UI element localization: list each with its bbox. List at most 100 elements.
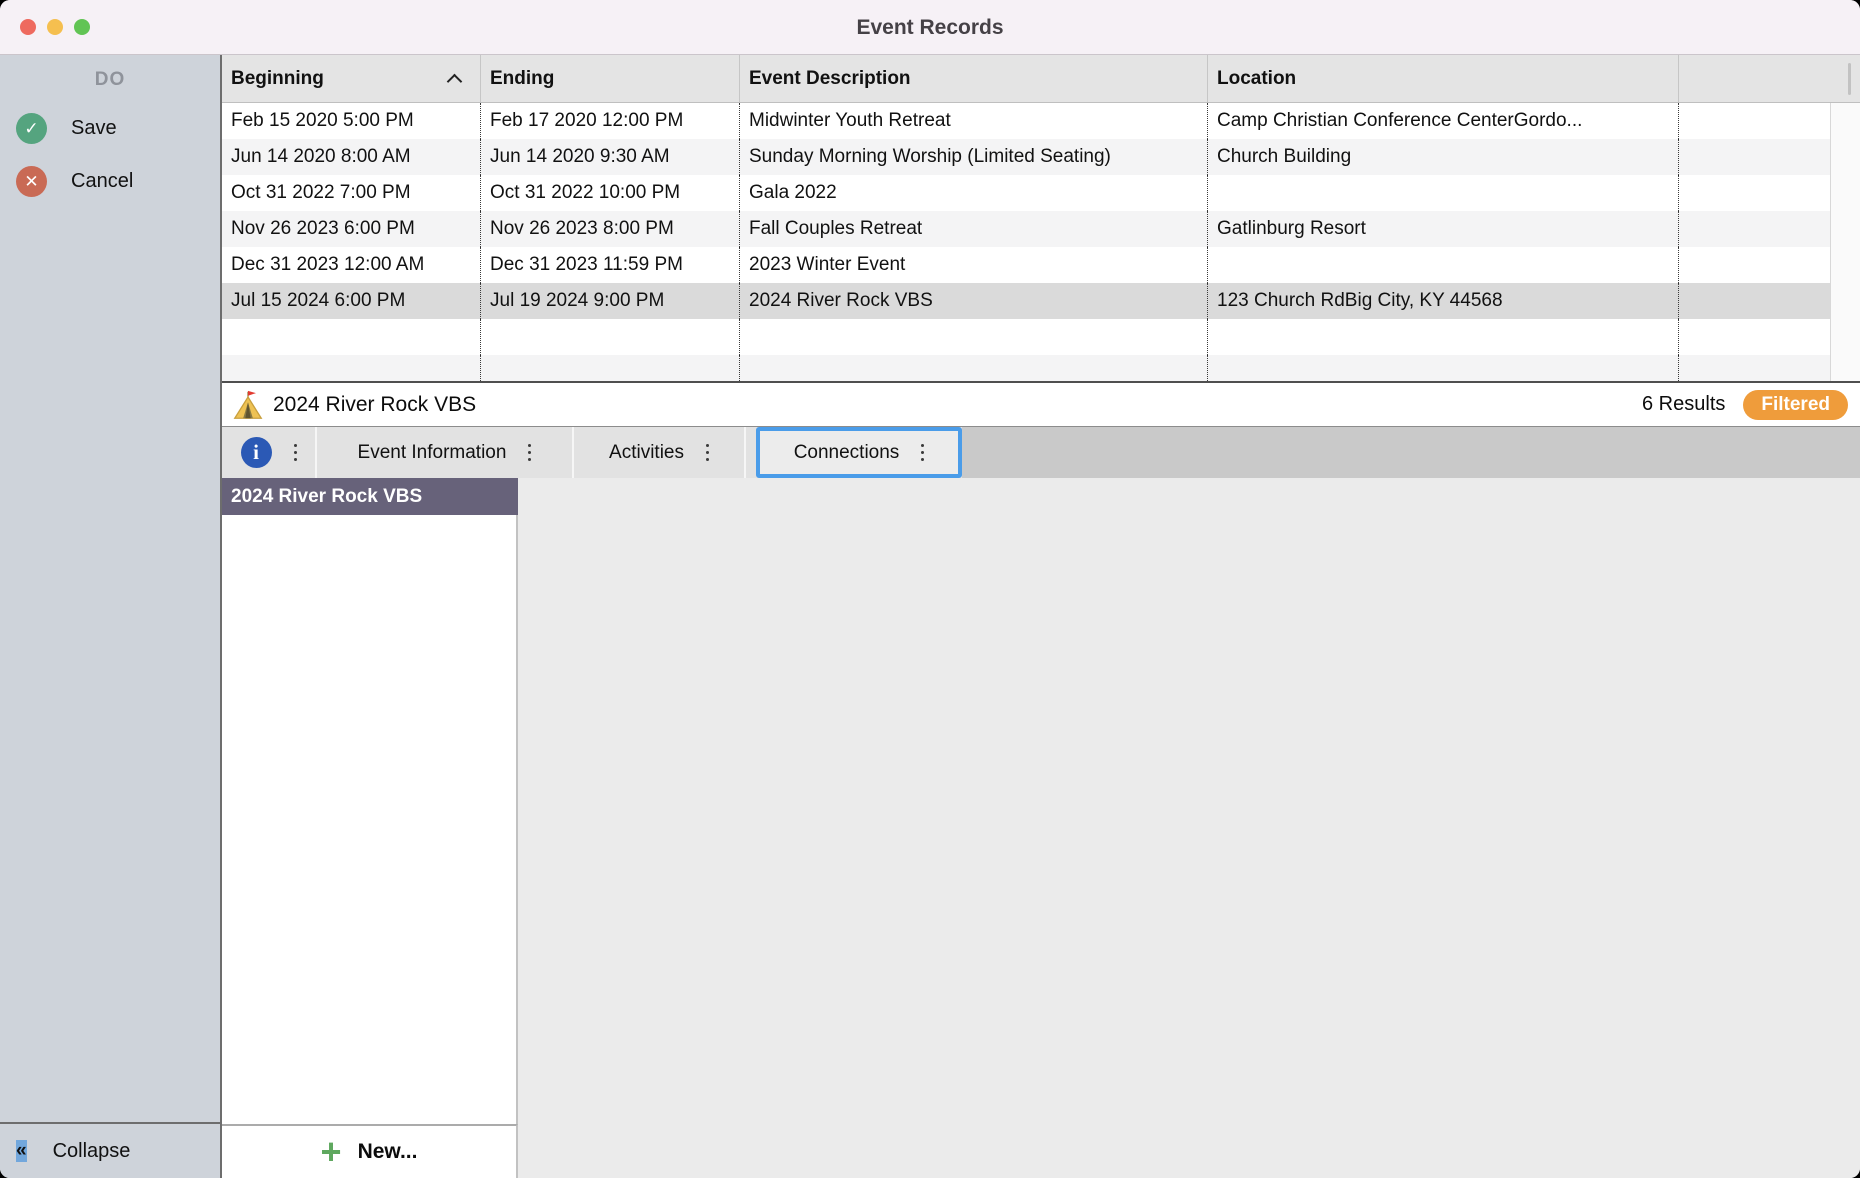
table-row[interactable]: Feb 15 2020 5:00 PM Feb 17 2020 12:00 PM… (222, 103, 1830, 139)
table-row[interactable]: Dec 31 2023 12:00 AM Dec 31 2023 11:59 P… (222, 247, 1830, 283)
cell-empty (740, 355, 1208, 381)
portal-list[interactable] (222, 515, 518, 1124)
table-row-empty (222, 355, 1830, 381)
tab-label: Activities (609, 442, 684, 464)
cell-empty (1208, 355, 1679, 381)
related-records-portal: 2024 River Rock VBS + New... (222, 478, 518, 1178)
column-header-label: Location (1217, 68, 1296, 89)
connections-panel: 2024 River Rock VBS + New... (222, 478, 1860, 1178)
cell-ending: Nov 26 2023 8:00 PM (481, 211, 740, 247)
cell-beginning: Dec 31 2023 12:00 AM (222, 247, 481, 283)
cell-event-description: Fall Couples Retreat (740, 211, 1208, 247)
collapse-button[interactable]: « Collapse (0, 1122, 220, 1178)
title-bar: Event Records (0, 0, 1860, 55)
table-row[interactable]: Nov 26 2023 6:00 PM Nov 26 2023 8:00 PM … (222, 211, 1830, 247)
sidebar-section-label: DO (0, 69, 220, 91)
tab-event-information[interactable]: Event Information (317, 427, 574, 478)
column-header-location[interactable]: Location (1208, 55, 1679, 102)
cancel-button-label: Cancel (71, 170, 133, 193)
cell-ending: Jul 19 2024 9:00 PM (481, 283, 740, 319)
column-header-empty (1679, 55, 1860, 102)
portal-header: 2024 River Rock VBS (222, 478, 518, 515)
cell-location: Gatlinburg Resort (1208, 211, 1679, 247)
sidebar: DO ✓ Save ✕ Cancel « Collapse (0, 55, 222, 1178)
record-status-bar: 2024 River Rock VBS 6 Results Filtered (222, 383, 1860, 427)
x-circle-icon: ✕ (16, 166, 47, 197)
tab-activities[interactable]: Activities (574, 427, 746, 478)
table-header-row: Beginning Ending Event Description Locat… (222, 55, 1860, 103)
cell-event-description: Sunday Morning Worship (Limited Seating) (740, 139, 1208, 175)
column-header-label: Event Description (749, 68, 911, 89)
cell-empty (1679, 319, 1830, 355)
cell-location: Camp Christian Conference CenterGordo... (1208, 103, 1679, 139)
collapse-button-label: Collapse (53, 1140, 131, 1163)
cell-ending: Oct 31 2022 10:00 PM (481, 175, 740, 211)
current-record-title: 2024 River Rock VBS (273, 393, 476, 417)
save-button-label: Save (71, 117, 117, 140)
cell-empty (1679, 355, 1830, 381)
check-circle-icon: ✓ (16, 113, 47, 144)
cell-location (1208, 247, 1679, 283)
cell-location: 123 Church RdBig City, KY 44568 (1208, 283, 1679, 319)
table-body: Feb 15 2020 5:00 PM Feb 17 2020 12:00 PM… (222, 103, 1860, 381)
cell-beginning: Feb 15 2020 5:00 PM (222, 103, 481, 139)
vertical-scrollbar[interactable] (1830, 103, 1860, 381)
info-circle-icon: i (241, 437, 272, 468)
new-record-button[interactable]: + New... (222, 1124, 518, 1178)
column-header-beginning[interactable]: Beginning (222, 55, 481, 102)
cell-empty (481, 355, 740, 381)
column-header-event-description[interactable]: Event Description (740, 55, 1208, 102)
cell-beginning: Nov 26 2023 6:00 PM (222, 211, 481, 247)
vertical-dots-icon[interactable] (528, 444, 531, 461)
cell-ending: Feb 17 2020 12:00 PM (481, 103, 740, 139)
save-button[interactable]: ✓ Save (16, 113, 220, 144)
tab-label: Event Information (358, 442, 507, 464)
cell-empty (1679, 247, 1830, 283)
tab-label: Connections (794, 442, 900, 464)
cell-empty (1679, 139, 1830, 175)
cell-empty (481, 319, 740, 355)
cell-event-description: Midwinter Youth Retreat (740, 103, 1208, 139)
cell-empty (1679, 175, 1830, 211)
table-row-selected[interactable]: Jul 15 2024 6:00 PM Jul 19 2024 9:00 PM … (222, 283, 1830, 319)
cell-event-description: 2024 River Rock VBS (740, 283, 1208, 319)
cell-empty (222, 319, 481, 355)
content-area: Beginning Ending Event Description Locat… (222, 55, 1860, 1178)
filtered-badge[interactable]: Filtered (1743, 390, 1848, 420)
plus-icon: + (321, 1137, 342, 1167)
cell-empty (740, 319, 1208, 355)
cancel-button[interactable]: ✕ Cancel (16, 166, 220, 197)
info-tab-button[interactable]: i (222, 427, 317, 478)
cell-event-description: 2023 Winter Event (740, 247, 1208, 283)
vertical-dots-icon[interactable] (706, 444, 709, 461)
cell-location: Church Building (1208, 139, 1679, 175)
table-row[interactable]: Jun 14 2020 8:00 AM Jun 14 2020 9:30 AM … (222, 139, 1830, 175)
table-row[interactable]: Oct 31 2022 7:00 PM Oct 31 2022 10:00 PM… (222, 175, 1830, 211)
cell-beginning: Jun 14 2020 8:00 AM (222, 139, 481, 175)
tab-connections-selected[interactable]: Connections (756, 427, 962, 478)
cell-beginning: Oct 31 2022 7:00 PM (222, 175, 481, 211)
results-count: 6 Results (1642, 393, 1725, 416)
tab-bar: i Event Information Activities Connectio… (222, 427, 1860, 478)
scrollbar-top-icon (1848, 63, 1851, 95)
sort-ascending-icon (447, 74, 463, 90)
table-row-empty (222, 319, 1830, 355)
window-title: Event Records (0, 0, 1860, 55)
column-header-ending[interactable]: Ending (481, 55, 740, 102)
cell-empty (1679, 211, 1830, 247)
cell-empty (1208, 319, 1679, 355)
tab-strip: i Event Information Activities Connectio… (222, 427, 962, 478)
cell-empty (222, 355, 481, 381)
new-button-label: New... (358, 1140, 418, 1164)
vertical-dots-icon[interactable] (921, 444, 924, 461)
double-chevron-left-icon: « (16, 1140, 27, 1162)
vertical-dots-icon[interactable] (294, 444, 297, 461)
cell-empty (1679, 283, 1830, 319)
cell-beginning: Jul 15 2024 6:00 PM (222, 283, 481, 319)
column-header-label: Beginning (231, 68, 324, 89)
cell-ending: Jun 14 2020 9:30 AM (481, 139, 740, 175)
tent-icon (232, 390, 264, 420)
event-table: Beginning Ending Event Description Locat… (222, 55, 1860, 383)
event-records-window: Event Records DO ✓ Save ✕ Cancel « Colla… (0, 0, 1860, 1178)
cell-event-description: Gala 2022 (740, 175, 1208, 211)
